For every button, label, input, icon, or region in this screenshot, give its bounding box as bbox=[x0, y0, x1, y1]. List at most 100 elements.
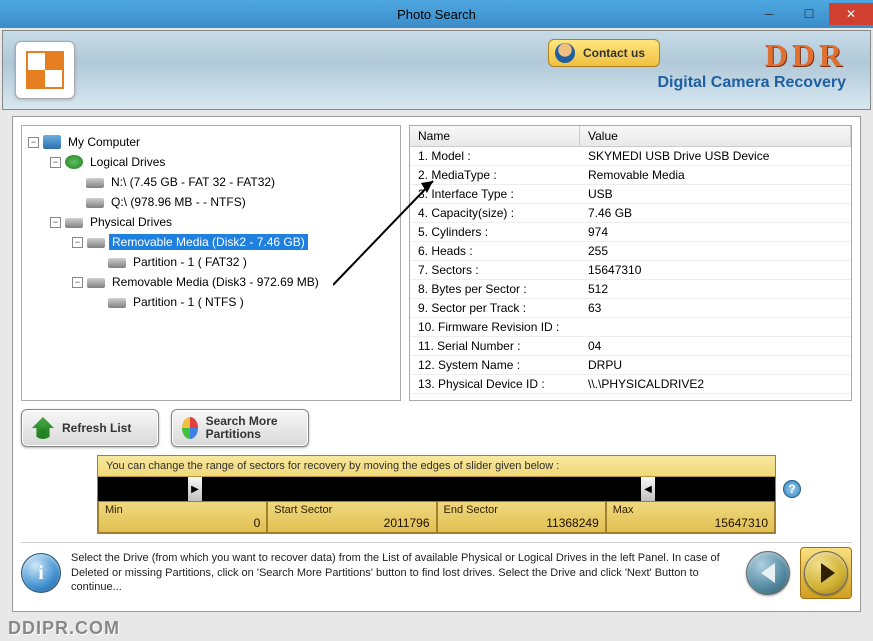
prop-name: 7. Sectors : bbox=[410, 261, 580, 279]
window-title: Photo Search bbox=[397, 7, 476, 22]
expander-icon[interactable]: − bbox=[72, 277, 83, 288]
prop-value: SKYMEDI USB Drive USB Device bbox=[580, 147, 851, 165]
drive-tree[interactable]: −My Computer −Logical Drives N:\ (7.45 G… bbox=[21, 125, 401, 401]
contact-label: Contact us bbox=[583, 46, 645, 60]
main-frame: −My Computer −Logical Drives N:\ (7.45 G… bbox=[12, 116, 861, 612]
app-logo bbox=[15, 41, 75, 99]
minimize-button[interactable]: ─ bbox=[749, 3, 789, 25]
slider-handle-start[interactable]: ▶ bbox=[188, 477, 202, 501]
range-min: Min0 bbox=[98, 501, 267, 533]
computer-icon bbox=[43, 135, 61, 149]
range-start: Start Sector2011796 bbox=[267, 501, 436, 533]
prop-name: 11. Serial Number : bbox=[410, 337, 580, 355]
prop-value: DRPU bbox=[580, 356, 851, 374]
expander-icon[interactable]: − bbox=[28, 137, 39, 148]
prop-value: 04 bbox=[580, 337, 851, 355]
sector-range-selector: You can change the range of sectors for … bbox=[97, 455, 776, 534]
table-row[interactable]: 4. Capacity(size) :7.46 GB bbox=[410, 204, 851, 223]
col-header-value[interactable]: Value bbox=[580, 126, 851, 146]
next-button[interactable] bbox=[804, 551, 848, 595]
prop-name: 12. System Name : bbox=[410, 356, 580, 374]
prop-name: 5. Cylinders : bbox=[410, 223, 580, 241]
brand-block: DDR Digital Camera Recovery bbox=[657, 37, 846, 92]
prop-name: 4. Capacity(size) : bbox=[410, 204, 580, 222]
drive-icon bbox=[87, 278, 105, 288]
prop-name: 10. Firmware Revision ID : bbox=[410, 318, 580, 336]
prop-value: 974 bbox=[580, 223, 851, 241]
physical-drive-selected[interactable]: Removable Media (Disk2 - 7.46 GB) bbox=[109, 234, 308, 250]
titlebar: Photo Search ─ ☐ ✕ bbox=[0, 0, 873, 28]
logical-drive-item[interactable]: N:\ (7.45 GB - FAT 32 - FAT32) bbox=[108, 174, 278, 190]
close-button[interactable]: ✕ bbox=[829, 3, 873, 25]
prop-value: USB bbox=[580, 185, 851, 203]
table-row[interactable]: 9. Sector per Track :63 bbox=[410, 299, 851, 318]
drive-icon bbox=[86, 198, 104, 208]
logical-drives-node[interactable]: Logical Drives bbox=[87, 154, 168, 170]
range-hint: You can change the range of sectors for … bbox=[98, 456, 775, 477]
table-row[interactable]: 3. Interface Type :USB bbox=[410, 185, 851, 204]
drive-icon bbox=[65, 218, 83, 228]
watermark: DDIPR.COM bbox=[8, 618, 120, 639]
table-row[interactable]: 11. Serial Number :04 bbox=[410, 337, 851, 356]
table-row[interactable]: 8. Bytes per Sector :512 bbox=[410, 280, 851, 299]
prop-value: 512 bbox=[580, 280, 851, 298]
table-header: Name Value bbox=[410, 126, 851, 147]
expander-icon[interactable]: − bbox=[72, 237, 83, 248]
prop-name: 1. Model : bbox=[410, 147, 580, 165]
maximize-button[interactable]: ☐ bbox=[789, 3, 829, 25]
info-icon: i bbox=[21, 553, 61, 593]
drive-icon bbox=[86, 178, 104, 188]
refresh-list-button[interactable]: Refresh List bbox=[21, 409, 159, 447]
prop-value: \\.\PHYSICALDRIVE2 bbox=[580, 375, 851, 393]
prop-value: 63 bbox=[580, 299, 851, 317]
prop-value: 15647310 bbox=[580, 261, 851, 279]
search-more-label: Search More Partitions bbox=[206, 415, 298, 441]
properties-table: Name Value 1. Model :SKYMEDI USB Drive U… bbox=[409, 125, 852, 401]
table-row[interactable]: 1. Model :SKYMEDI USB Drive USB Device bbox=[410, 147, 851, 166]
prop-name: 8. Bytes per Sector : bbox=[410, 280, 580, 298]
contact-us-button[interactable]: Contact us bbox=[548, 39, 660, 67]
back-button[interactable] bbox=[746, 551, 790, 595]
drive-icon bbox=[108, 258, 126, 268]
drive-icon bbox=[87, 238, 105, 248]
footer-instructions: Select the Drive (from which you want to… bbox=[71, 551, 736, 596]
prop-value: 255 bbox=[580, 242, 851, 260]
expander-icon[interactable]: − bbox=[50, 217, 61, 228]
physical-drives-node[interactable]: Physical Drives bbox=[87, 214, 175, 230]
table-row[interactable]: 5. Cylinders :974 bbox=[410, 223, 851, 242]
refresh-icon bbox=[32, 417, 54, 439]
prop-value bbox=[580, 318, 851, 336]
table-row[interactable]: 10. Firmware Revision ID : bbox=[410, 318, 851, 337]
range-max: Max15647310 bbox=[606, 501, 775, 533]
prop-value: 7.46 GB bbox=[580, 204, 851, 222]
help-icon[interactable]: ? bbox=[783, 480, 801, 498]
prop-name: 2. MediaType : bbox=[410, 166, 580, 184]
brand-subtitle: Digital Camera Recovery bbox=[657, 74, 846, 92]
table-row[interactable]: 2. MediaType :Removable Media bbox=[410, 166, 851, 185]
prop-name: 6. Heads : bbox=[410, 242, 580, 260]
app-header: Contact us DDR Digital Camera Recovery bbox=[2, 30, 871, 110]
table-row[interactable]: 7. Sectors :15647310 bbox=[410, 261, 851, 280]
expander-icon[interactable]: − bbox=[50, 157, 61, 168]
col-header-name[interactable]: Name bbox=[410, 126, 580, 146]
globe-icon bbox=[65, 155, 83, 169]
brand-logo-text: DDR bbox=[657, 37, 846, 74]
prop-name: 13. Physical Device ID : bbox=[410, 375, 580, 393]
prop-name: 9. Sector per Track : bbox=[410, 299, 580, 317]
sector-slider[interactable]: ▶ ◀ bbox=[98, 477, 775, 501]
prop-name: 3. Interface Type : bbox=[410, 185, 580, 203]
table-row[interactable]: 13. Physical Device ID :\\.\PHYSICALDRIV… bbox=[410, 375, 851, 394]
table-row[interactable]: 6. Heads :255 bbox=[410, 242, 851, 261]
physical-drive-item[interactable]: Removable Media (Disk3 - 972.69 MB) bbox=[109, 274, 322, 290]
slider-handle-end[interactable]: ◀ bbox=[641, 477, 655, 501]
drive-icon bbox=[108, 298, 126, 308]
logical-drive-item[interactable]: Q:\ (978.96 MB - - NTFS) bbox=[108, 194, 249, 210]
prop-value: Removable Media bbox=[580, 166, 851, 184]
range-end: End Sector11368249 bbox=[437, 501, 606, 533]
tree-root[interactable]: My Computer bbox=[65, 134, 143, 150]
partition-item[interactable]: Partition - 1 ( FAT32 ) bbox=[130, 254, 250, 270]
partition-item[interactable]: Partition - 1 ( NTFS ) bbox=[130, 294, 247, 310]
search-more-partitions-button[interactable]: Search More Partitions bbox=[171, 409, 309, 447]
partition-icon bbox=[182, 417, 198, 439]
table-row[interactable]: 12. System Name :DRPU bbox=[410, 356, 851, 375]
